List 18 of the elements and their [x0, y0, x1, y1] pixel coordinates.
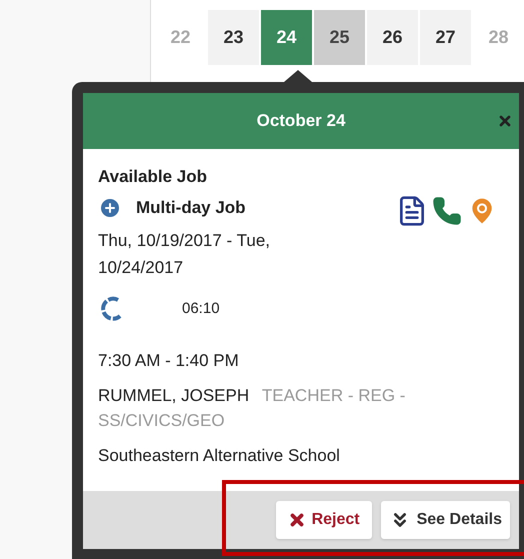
time-range: 7:30 AM - 1:40 PM — [98, 350, 240, 372]
school-name: Southeastern Alternative School — [98, 445, 341, 467]
see-details-button[interactable]: See Details — [380, 501, 510, 539]
duration: 06:10 — [182, 298, 220, 319]
phone-icon[interactable] — [432, 196, 462, 226]
job-type: Multi-day Job — [136, 197, 246, 219]
calendar-day[interactable]: 24 — [261, 10, 312, 65]
job-status: Available Job — [98, 167, 208, 187]
job-dates: Thu, 10/19/2017 - Tue, 10/24/2017 — [98, 230, 272, 279]
calendar-day[interactable]: 26 — [367, 10, 418, 65]
calendar-day[interactable]: 23 — [208, 10, 259, 65]
close-button[interactable] — [497, 113, 513, 129]
popover-title: October 24 — [256, 110, 346, 132]
staff-assignment: RUMMEL, JOSEPH TEACHER - REG - SS/CIVICS/GEO — [98, 385, 406, 432]
reject-button[interactable]: Reject — [276, 501, 372, 539]
cross-icon — [288, 511, 306, 529]
calendar-day[interactable]: 27 — [420, 10, 471, 65]
calendar-day[interactable]: 25 — [314, 10, 365, 65]
